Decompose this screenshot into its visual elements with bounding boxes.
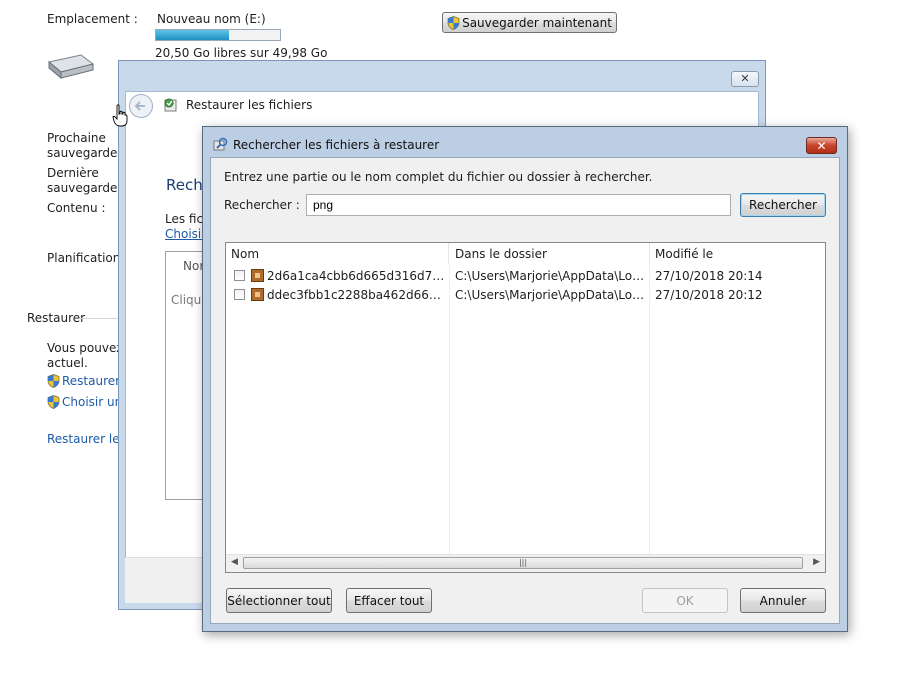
search-button[interactable]: Rechercher: [740, 193, 826, 217]
file-modified: 27/10/2018 20:14: [655, 269, 763, 283]
next-backup-label: Prochaine sauvegarde :: [47, 131, 125, 160]
scroll-left-icon[interactable]: ◀: [231, 557, 238, 567]
wizard-close-button[interactable]: ✕: [731, 71, 759, 87]
content-label: Contenu :: [47, 201, 106, 215]
row-checkbox[interactable]: [234, 270, 245, 281]
file-name: 2d6a1ca4cbb6d665d316d7f5dac…: [267, 269, 445, 283]
image-file-icon: [251, 288, 264, 301]
file-folder: C:\Users\Marjorie\AppData\Local…: [455, 288, 645, 302]
drive-space-text: 20,50 Go libres sur 49,98 Go: [155, 46, 328, 60]
ok-button[interactable]: OK: [642, 588, 728, 613]
section-divider: [80, 318, 118, 319]
dialog-title: Rechercher les fichiers à restaurer: [233, 138, 440, 152]
last-backup-label: Dernière sauvegarde :: [47, 166, 125, 195]
file-folder: C:\Users\Marjorie\AppData\Local…: [455, 269, 645, 283]
list-item[interactable]: ddec3fbb1c2288ba462d66174cf… C:\Users\Ma…: [226, 286, 825, 305]
search-label: Rechercher :: [224, 198, 300, 212]
scrollbar-thumb[interactable]: |||: [243, 557, 803, 569]
drive-usage-bar: [155, 29, 281, 41]
column-header-folder[interactable]: Dans le dossier: [450, 243, 650, 265]
row-checkbox[interactable]: [234, 289, 245, 300]
choose-backup-link[interactable]: Choisir un: [47, 395, 122, 409]
backup-now-button[interactable]: Sauvegarder maintenant: [442, 12, 617, 33]
search-input[interactable]: [306, 194, 731, 216]
list-item[interactable]: 2d6a1ca4cbb6d665d316d7f5dac… C:\Users\Ma…: [226, 267, 825, 286]
uac-shield-icon: [47, 395, 60, 409]
select-all-button[interactable]: Sélectionner tout: [226, 588, 332, 613]
column-header-name[interactable]: Nom: [226, 243, 449, 265]
file-name: ddec3fbb1c2288ba462d66174cf…: [267, 288, 445, 302]
restore-section-title: Restaurer: [27, 311, 86, 325]
restore-my-files-link[interactable]: Restaurer l: [47, 374, 127, 388]
schedule-label: Planification :: [47, 251, 129, 265]
uac-shield-icon: [447, 15, 460, 30]
drive-name: Nouveau nom (E:): [157, 12, 266, 26]
clear-all-button[interactable]: Effacer tout: [346, 588, 432, 613]
column-header-modified[interactable]: Modifié le: [650, 243, 825, 265]
hand-cursor-icon: [112, 104, 128, 127]
image-file-icon: [251, 269, 264, 282]
drive-usage-fill: [156, 30, 230, 40]
column-separator: [649, 265, 650, 557]
search-instruction: Entrez une partie ou le nom complet du f…: [224, 170, 653, 184]
wizard-back-button[interactable]: [128, 93, 154, 119]
dialog-close-button[interactable]: ✕: [806, 137, 837, 154]
wizard-choose-link[interactable]: Choisir: [165, 227, 206, 241]
uac-shield-icon: [47, 374, 60, 388]
column-separator: [449, 265, 450, 557]
results-list[interactable]: Nom Dans le dossier Modifié le 2d6a1ca4c…: [225, 242, 826, 573]
restore-description: Vous pouvez actuel.: [47, 341, 123, 370]
scroll-right-icon[interactable]: ▶: [813, 557, 820, 567]
horizontal-scrollbar[interactable]: ◀ ||| ▶: [226, 554, 825, 572]
choose-backup-label: Choisir un: [62, 395, 123, 409]
location-label: Emplacement :: [47, 12, 138, 26]
wizard-title: Restaurer les fichiers: [186, 98, 313, 112]
backup-now-label: Sauvegarder maintenant: [462, 15, 612, 30]
hard-drive-icon: [47, 54, 95, 80]
file-modified: 27/10/2018 20:12: [655, 288, 763, 302]
restore-files-icon: [164, 98, 177, 112]
cancel-button[interactable]: Annuler: [740, 588, 826, 613]
back-arrow-icon: [129, 94, 153, 118]
search-restore-icon: [213, 137, 228, 151]
